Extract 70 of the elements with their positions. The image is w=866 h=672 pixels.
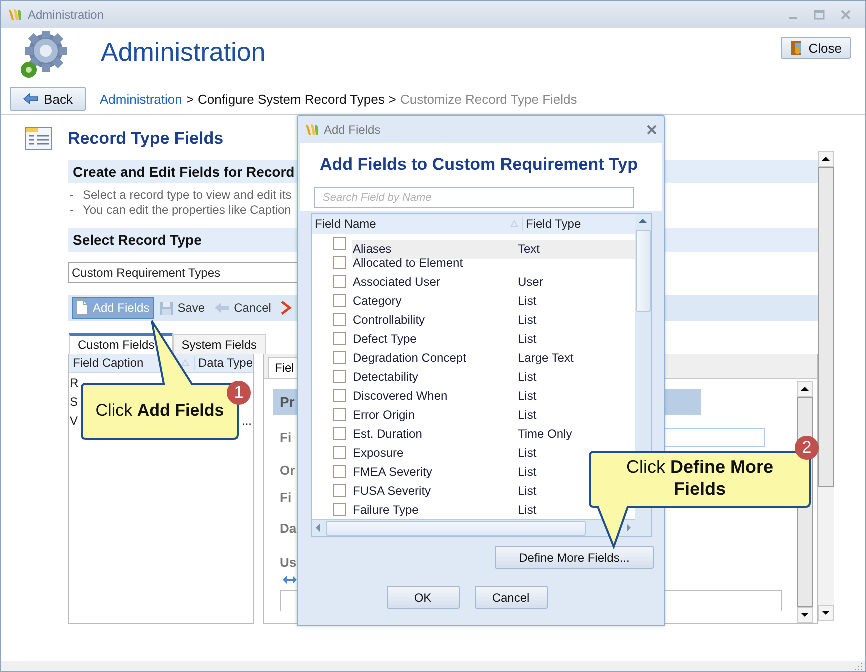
breadcrumb-link[interactable]: Administration [100,92,182,106]
table-cell: List [518,464,537,478]
table-row[interactable]: Est. Duration Time Only [352,424,635,443]
table-cell-text: Detectability [352,370,420,384]
section-title: Record Type Fields [68,129,224,150]
table-cell-text: Est. Duration [352,426,424,440]
callout-text: Click Add Fields [94,400,226,422]
table-row[interactable]: Detectability List [352,367,635,386]
breadcrumb-separator: > [186,92,194,106]
cancel-button[interactable]: Cancel [210,297,276,319]
field-label: Or [280,462,296,478]
search-field[interactable]: Search Field by Name [314,187,634,208]
dialog-title: Add Fields [324,122,381,136]
dialog-button[interactable]: OK [386,586,460,609]
table-row[interactable]: Defect Type List [352,329,635,348]
field-label: Us [280,554,297,570]
tab[interactable]: System Fields [172,334,266,354]
step-badge: 1 [227,381,251,405]
column-header[interactable]: Field Name [315,217,510,231]
table-row[interactable]: Failure Type List [352,500,635,519]
table-cell-text: Degradation Concept [352,350,468,364]
table-cell: List [518,388,537,402]
window-title: Administration [28,8,104,22]
field-label: Da [280,520,297,536]
table-row[interactable]: Category List [352,291,635,310]
table-cell: List [518,312,537,326]
table-cell-text: Exposure [352,446,405,460]
table-row[interactable]: Controllability List [352,310,635,329]
column-header[interactable]: Field Caption [73,356,144,370]
table-cell: Time Only [518,426,572,440]
dialog-button[interactable]: Cancel [474,586,548,609]
table-cell: V [70,414,78,428]
table-cell: List [518,484,537,498]
table-row[interactable]: Aliases Text [352,240,635,258]
table-cell: List [518,446,537,460]
table-cell: S [70,394,78,408]
table-cell: List [518,294,537,308]
table-cell: User [518,274,544,288]
table-cell-text: FMEA Severity [352,464,434,478]
breadcrumb-link[interactable]: Configure System Record Types [198,92,385,106]
column-header[interactable]: Field Type [522,217,582,231]
breadcrumb-current: Customize Record Type Fields [400,92,578,106]
bullet: - [69,202,75,216]
back-button[interactable]: Back [10,87,86,111]
table-cell: R [70,376,79,390]
instruction-text: You can edit the properties like Caption [83,202,292,216]
table-cell-text: Failure Type [352,502,420,516]
save-button[interactable]: Save [154,297,210,319]
table-cell: List [518,332,537,346]
table-cell-text: Discovered When [352,388,449,402]
field-label: Fi [280,430,292,444]
table-cell: ... [242,414,252,428]
page-title: Administration [101,37,266,68]
table-row[interactable]: Discovered When List [352,386,635,405]
table-cell-text: Category [352,294,403,308]
instruction-text: Select a record type to view and edit its [83,188,292,202]
table-row[interactable]: Degradation Concept Large Text [352,348,635,367]
table-cell: List [518,502,537,516]
callout-text: Click Define More Fields [625,456,775,500]
column-header[interactable]: Data Type [194,356,253,370]
field-label: Fi [280,490,292,504]
table-cell-text: Defect Type [352,332,418,346]
table-cell-text: Controllability [352,312,426,326]
bullet: - [69,188,75,202]
define-more-fields-button[interactable]: Define More Fields... [495,546,654,569]
breadcrumb-separator: > [388,92,396,106]
table-cell: List [518,370,537,384]
close-button[interactable]: Close [780,37,851,59]
table-cell: Large Text [518,350,574,364]
table-cell-text: FUSA Severity [352,484,432,498]
